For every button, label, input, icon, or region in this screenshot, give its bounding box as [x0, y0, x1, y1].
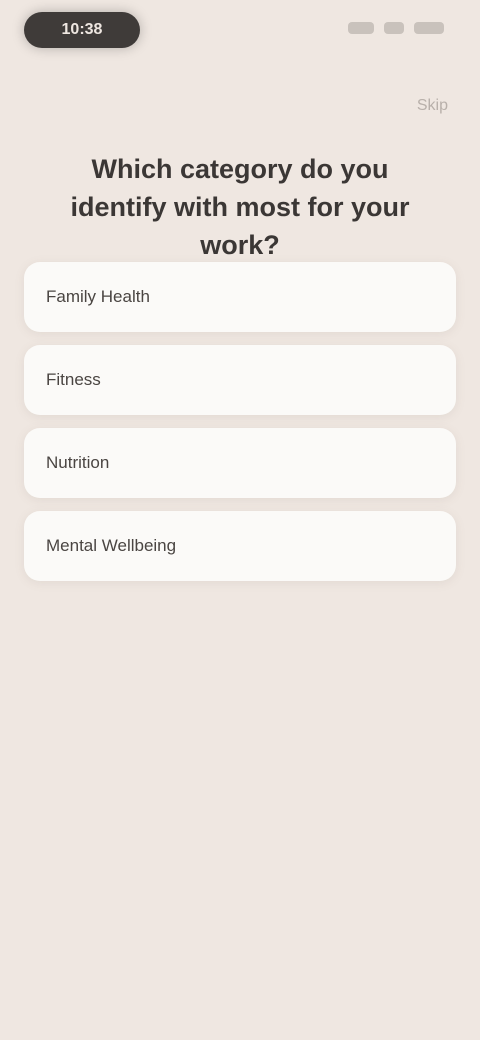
options-list: Family Health Fitness Nutrition Mental W…: [24, 262, 456, 581]
option-nutrition[interactable]: Nutrition: [24, 428, 456, 498]
option-family-health[interactable]: Family Health: [24, 262, 456, 332]
option-fitness[interactable]: Fitness: [24, 345, 456, 415]
question-title: Which category do you identify with most…: [70, 154, 410, 260]
status-bar: 10:38: [0, 0, 480, 64]
skip-button[interactable]: Skip: [392, 92, 448, 120]
signal-icon: [348, 22, 374, 34]
status-time: 10:38: [24, 12, 140, 48]
status-icons: [348, 22, 444, 34]
option-mental-wellbeing[interactable]: Mental Wellbeing: [24, 511, 456, 581]
battery-icon: [414, 22, 444, 34]
wifi-icon: [384, 22, 404, 34]
